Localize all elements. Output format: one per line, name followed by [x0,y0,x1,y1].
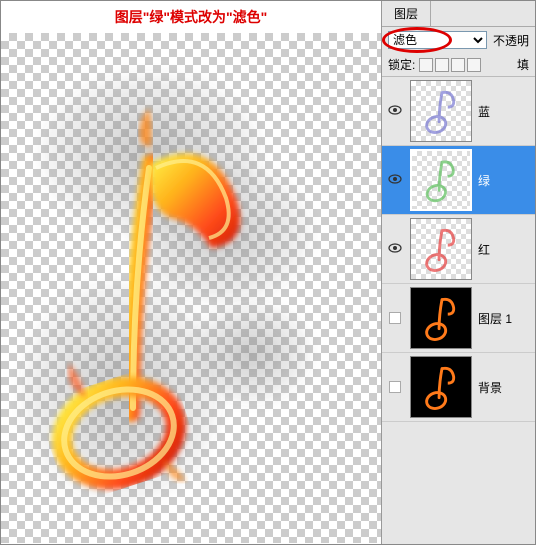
layer-row[interactable]: 红 [382,215,535,284]
blend-mode-select[interactable]: 滤色 [388,31,487,49]
visibility-toggle[interactable] [386,104,404,118]
instruction-text: 图层"绿"模式改为"滤色" [1,1,381,33]
layer-row[interactable]: 背景 [382,353,535,422]
panel-tab-layers[interactable]: 图层 [382,1,431,26]
lock-all-icon[interactable] [467,58,481,72]
layer-name[interactable]: 蓝 [478,103,531,120]
visibility-empty [389,312,401,324]
layer-thumbnail[interactable] [410,218,472,280]
lock-pixels-icon[interactable] [435,58,449,72]
layer-name[interactable]: 背景 [478,379,531,396]
lock-position-icon[interactable] [451,58,465,72]
visibility-toggle[interactable] [386,242,404,256]
layer-name[interactable]: 图层 1 [478,310,531,327]
layers-panel: 图层 滤色 不透明 锁定: 填 蓝绿红图层 1 背景 [381,1,535,544]
layer-row[interactable]: 绿 [382,146,535,215]
layer-row[interactable]: 蓝 [382,77,535,146]
eye-icon [388,104,402,118]
lock-transparency-icon[interactable] [419,58,433,72]
layer-thumbnail[interactable] [410,149,472,211]
eye-icon [388,242,402,256]
eye-icon [388,173,402,187]
transparency-checker [1,33,381,543]
visibility-toggle[interactable] [386,312,404,324]
opacity-label: 不透明 [493,32,529,49]
layers-list: 蓝绿红图层 1 背景 [382,77,535,544]
fill-label: 填 [517,56,529,73]
layer-thumbnail[interactable] [410,356,472,418]
layer-name[interactable]: 红 [478,241,531,258]
layer-thumbnail[interactable] [410,287,472,349]
layer-thumbnail[interactable] [410,80,472,142]
visibility-toggle[interactable] [386,173,404,187]
visibility-empty [389,381,401,393]
layer-name[interactable]: 绿 [478,172,531,189]
lock-label: 锁定: [388,56,415,73]
canvas[interactable] [1,33,381,543]
layer-row[interactable]: 图层 1 [382,284,535,353]
visibility-toggle[interactable] [386,381,404,393]
